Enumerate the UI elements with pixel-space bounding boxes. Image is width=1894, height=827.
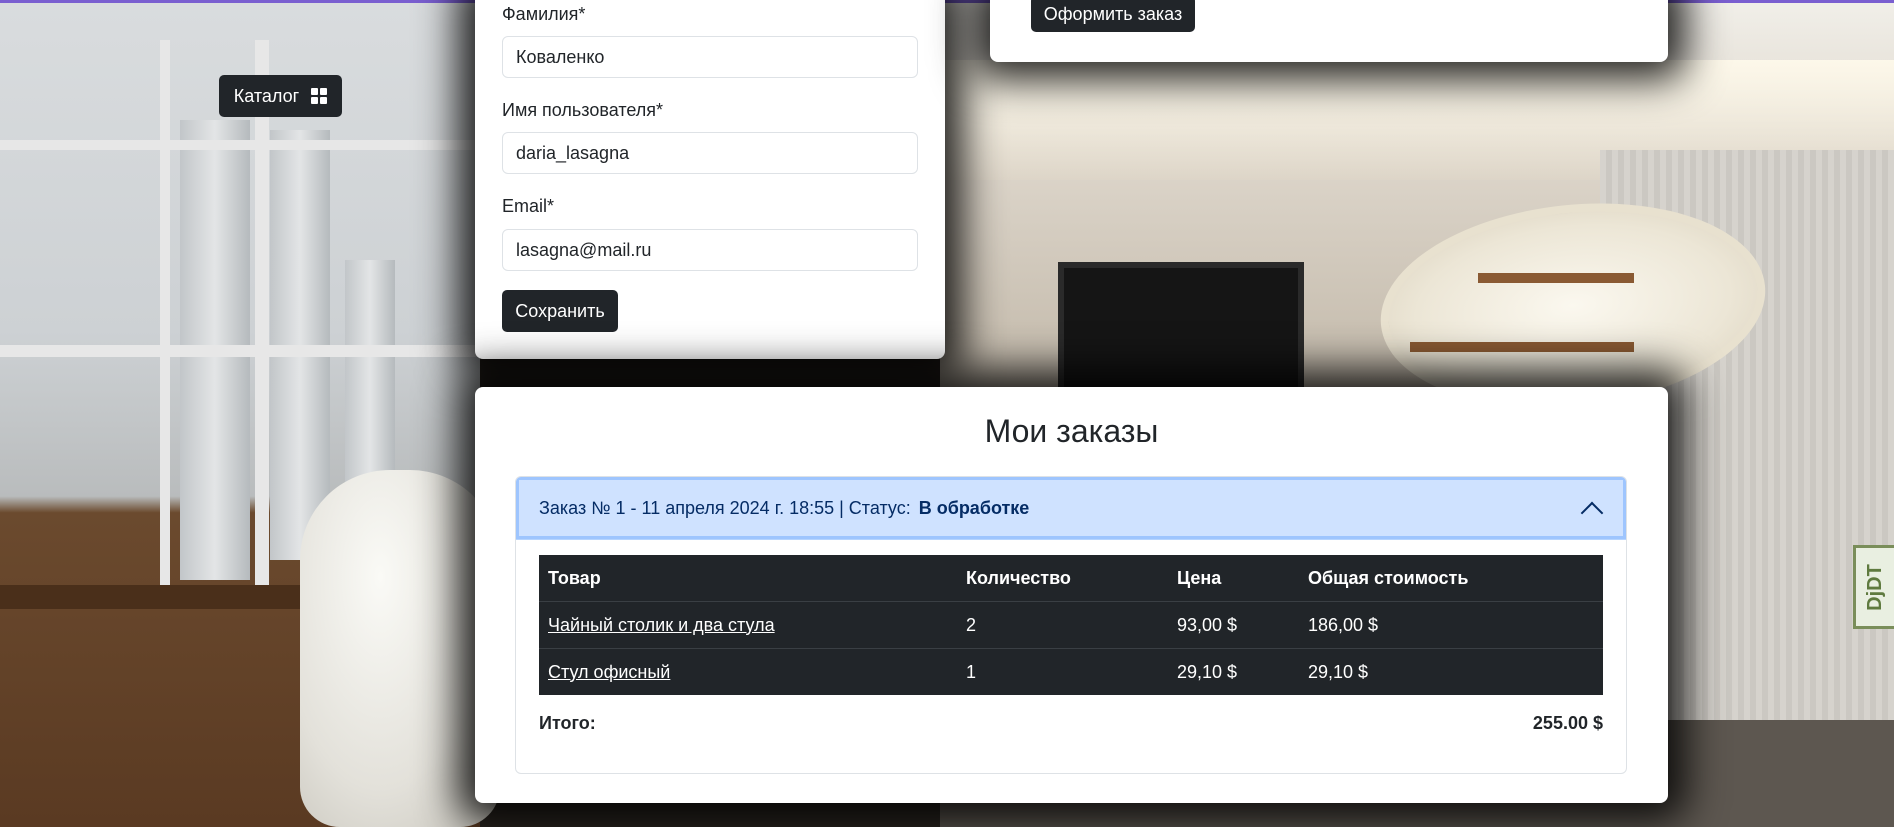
column-header-quantity: Количество [957,555,1168,602]
email-label: Email* [502,196,555,216]
window-frame [160,40,170,585]
product-cell: Чайный столик и два стула [539,601,957,649]
column-header-price: Цена [1168,555,1299,602]
price-cell: 93,00 $ [1168,601,1299,649]
product-link[interactable]: Чайный столик и два стула [548,615,775,635]
shelf [1410,342,1634,352]
order-total-row: Итого: 255.00 $ [539,713,1603,734]
chevron-up-icon[interactable] [1580,501,1604,525]
price-cell: 29,10 $ [1177,661,1238,682]
total-cell: 29,10 $ [1308,661,1369,682]
orders-card: Мои заказы Заказ № 1 - 11 апреля 2024 г.… [475,387,1668,803]
total-value: 255.00 $ [1532,713,1603,733]
orders-title: Мои заказы [984,413,1159,449]
order-summary: Заказ № 1 - 11 апреля 2024 г. 18:55 | Ст… [539,497,911,518]
debug-toolbar-label: DjDT [1863,563,1886,611]
quantity-cell: 2 [957,601,1168,649]
username-field[interactable]: daria_lasagna [502,132,918,174]
catalog-label: Каталог [233,85,300,106]
product-link[interactable]: Стул офисный [548,662,670,682]
order-items-table: Товар Количество Цена Общая стоимость Ча… [539,555,1603,695]
table-header-row: Товар Количество Цена Общая стоимость [539,555,1603,602]
username-label: Имя пользователя* [502,100,664,120]
television [1058,262,1304,402]
checkout-button[interactable]: Оформить заказ [1031,0,1195,32]
table-row: Стул офисный 1 29,10 $ 29,10 $ [539,649,1603,696]
product-cell: Стул офисный [539,649,957,696]
window-frame [0,345,480,357]
catalog-button[interactable]: Каталог [219,75,342,117]
last-name-label: Фамилия* [502,4,586,24]
window-frame [255,40,269,585]
table-row: Чайный столик и два стула 2 93,00 $ 186,… [539,601,1603,649]
column-header-total: Общая стоимость [1299,555,1603,602]
email-field[interactable]: lasagna@mail.ru [502,229,918,271]
checkout-card: Оформить заказ [990,0,1668,62]
last-name-field[interactable]: Коваленко [502,36,918,78]
order-status: В обработке [918,497,1030,518]
grid-icon [311,88,328,104]
office-chair [300,470,500,827]
order-accordion-header[interactable]: Заказ № 1 - 11 апреля 2024 г. 18:55 | Ст… [516,477,1626,540]
order-accordion: Заказ № 1 - 11 апреля 2024 г. 18:55 | Ст… [515,476,1627,774]
profile-card: Фамилия* Коваленко Имя пользователя* dar… [475,0,945,359]
total-cell: 186,00 $ [1299,601,1603,649]
quantity-cell: 1 [966,661,977,682]
total-label: Итого: [539,713,596,733]
save-button[interactable]: Сохранить [502,290,618,332]
column-header-product: Товар [539,555,957,602]
debug-toolbar-handle[interactable]: DjDT [1853,545,1894,629]
window-frame [0,140,480,150]
shelf [1478,273,1634,283]
